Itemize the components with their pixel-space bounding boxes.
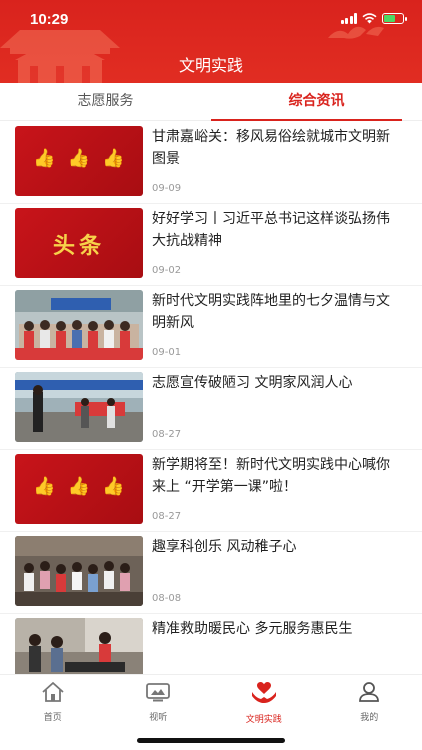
nav-label: 首页	[43, 713, 62, 723]
list-item[interactable]: 趣享科创乐 风动稚子心 08-08	[0, 532, 422, 614]
article-thumbnail	[15, 372, 143, 442]
article-title: 甘肃嘉峪关：移风易俗绘就城市文明新图景	[152, 129, 390, 167]
article-date: 08-27	[152, 511, 182, 522]
article-title: 新学期将至！新时代文明实践中心喊你来上 “开学第一课”啦！	[152, 457, 390, 495]
article-thumbnail: 👍 👍 👍	[15, 126, 143, 196]
status-time: 10:29	[30, 11, 69, 28]
list-item[interactable]: 精准救助暖民心 多元服务惠民生	[0, 614, 422, 674]
heart-hands-icon	[251, 682, 276, 703]
home-icon	[42, 682, 64, 702]
article-date: 08-08	[152, 593, 182, 604]
thumbs-up-icon: 👍	[67, 476, 91, 497]
tv-icon	[146, 683, 171, 702]
article-list[interactable]: 👍 👍 👍 甘肃嘉峪关：移风易俗绘就城市文明新图景 09-09 头条 好好学习丨…	[0, 122, 422, 674]
list-item[interactable]: 👍 👍 👍 新学期将至！新时代文明实践中心喊你来上 “开学第一课”啦！ 08-2…	[0, 450, 422, 532]
article-date: 09-01	[152, 347, 182, 358]
article-thumbnail	[15, 290, 143, 360]
thumbs-up-icon: 👍	[102, 476, 125, 497]
wifi-icon	[362, 13, 377, 24]
active-tab-indicator	[211, 119, 402, 121]
article-date: 09-09	[152, 183, 182, 194]
list-item[interactable]: 👍 👍 👍 甘肃嘉峪关：移风易俗绘就城市文明新图景 09-09	[0, 122, 422, 204]
article-title: 好好学习丨习近平总书记这样谈弘扬伟大抗战精神	[152, 211, 390, 249]
user-icon	[359, 682, 380, 702]
article-thumbnail: 👍 👍 👍	[15, 454, 143, 524]
category-tabs: 志愿服务 综合资讯	[0, 83, 422, 121]
room-photo-image	[15, 618, 143, 674]
thumbs-up-icon: 👍	[67, 148, 91, 169]
headline-badge: 头条	[52, 233, 105, 259]
article-thumbnail	[15, 618, 143, 674]
thumbs-up-icon: 👍	[102, 148, 125, 169]
tab-news[interactable]: 综合资讯	[211, 83, 422, 121]
cellular-signal-icon	[340, 13, 357, 24]
app-header: 10:29 文明实践	[0, 0, 422, 83]
article-date: 08-27	[152, 429, 182, 440]
home-indicator	[137, 738, 285, 743]
list-item[interactable]: 新时代文明实践阵地里的七夕温情与文明新风 09-01	[0, 286, 422, 368]
thumbs-up-icon: 👍	[33, 476, 56, 497]
tab-volunteer-service[interactable]: 志愿服务	[0, 83, 211, 120]
list-item[interactable]: 志愿宣传破陋习 文明家风润人心 08-27	[0, 368, 422, 450]
article-thumbnail	[15, 536, 143, 606]
article-thumbnail: 头条	[15, 208, 143, 278]
tab-label: 综合资讯	[288, 93, 345, 109]
article-date: 09-02	[152, 265, 182, 276]
list-item[interactable]: 头条 好好学习丨习近平总书记这样谈弘扬伟大抗战精神 09-02	[0, 204, 422, 286]
battery-icon	[382, 13, 407, 24]
outdoor-photo-image	[15, 372, 143, 442]
tab-label: 志愿服务	[77, 93, 134, 109]
group-photo-image	[15, 290, 143, 360]
children-photo-image	[15, 536, 143, 606]
nav-label: 视听	[149, 713, 168, 723]
status-icons	[340, 13, 407, 24]
thumbs-up-icon: 👍	[33, 148, 56, 169]
article-title: 志愿宣传破陋习 文明家风润人心	[152, 375, 353, 391]
article-title: 新时代文明实践阵地里的七夕温情与文明新风	[152, 293, 390, 331]
nav-item-me[interactable]: 我的	[317, 675, 422, 750]
page-title: 文明实践	[178, 56, 243, 75]
nav-item-home[interactable]: 首页	[0, 675, 106, 750]
nav-label: 文明实践	[245, 715, 282, 725]
article-title: 精准救助暖民心 多元服务惠民生	[152, 621, 353, 637]
article-title: 趣享科创乐 风动稚子心	[152, 539, 297, 555]
nav-label: 我的	[360, 713, 379, 723]
